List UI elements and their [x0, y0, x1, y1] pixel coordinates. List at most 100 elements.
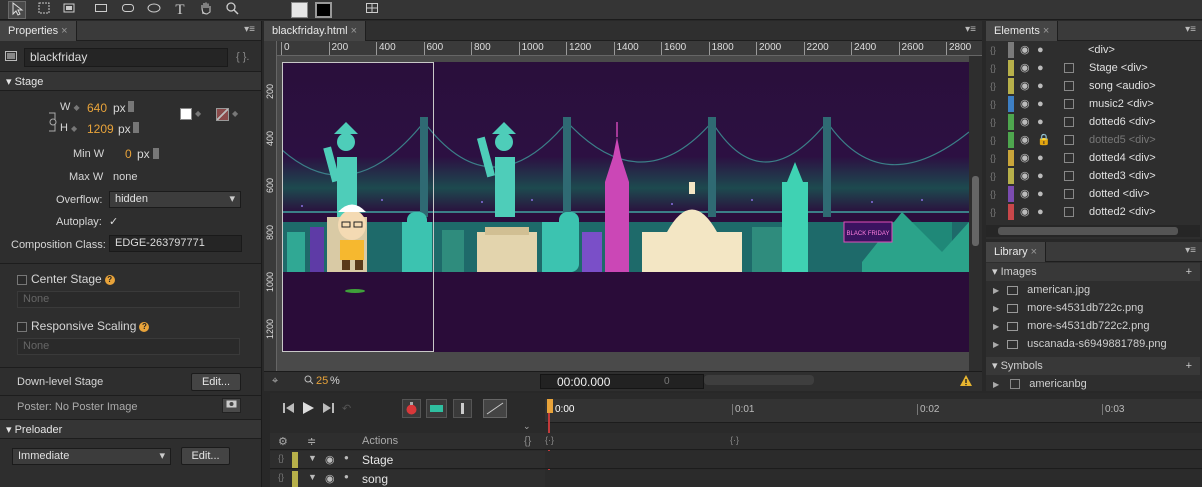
- visibility-eye-icon[interactable]: ◉: [1020, 41, 1030, 59]
- visibility-eye-icon[interactable]: ◉: [1020, 113, 1030, 131]
- element-row[interactable]: {} ◉ ● dotted6 <div>: [986, 113, 1198, 131]
- height-unit-toggle[interactable]: [133, 122, 139, 133]
- stroke-color-swatch[interactable]: [315, 2, 332, 18]
- width-value[interactable]: 640: [87, 101, 107, 115]
- width-unit[interactable]: px: [113, 101, 126, 115]
- go-to-end-icon[interactable]: [321, 402, 335, 417]
- panel-menu-icon[interactable]: ▾≡: [1185, 24, 1196, 35]
- add-symbol-icon[interactable]: +: [1186, 357, 1192, 375]
- fill-color-swatch[interactable]: [291, 2, 308, 18]
- code-braces-icon[interactable]: {}: [990, 185, 996, 203]
- visibility-eye-icon[interactable]: ◉: [1020, 131, 1030, 149]
- actions-row[interactable]: ⚙ ≑ Actions {}: [270, 433, 545, 450]
- library-image-item[interactable]: ▶ more-s4531db722c2.png: [986, 317, 1200, 335]
- canvas-vertical-scrollbar[interactable]: [969, 56, 982, 376]
- expand-arrow-icon[interactable]: ▼: [308, 472, 317, 482]
- code-braces-icon[interactable]: {}: [990, 149, 996, 167]
- add-image-icon[interactable]: +: [1186, 263, 1192, 281]
- timeline-track[interactable]: [545, 451, 1202, 469]
- images-section-header[interactable]: ▾ Images +: [986, 263, 1200, 281]
- code-braces-icon[interactable]: {}: [990, 77, 996, 95]
- code-braces-icon[interactable]: {}: [524, 435, 531, 447]
- code-braces-icon[interactable]: {}: [990, 167, 996, 185]
- composition-class-field[interactable]: EDGE-263797771: [109, 235, 242, 252]
- responsive-scaling-select[interactable]: None: [17, 338, 240, 355]
- min-width-unit[interactable]: px: [137, 147, 150, 161]
- close-icon[interactable]: ×: [351, 25, 357, 37]
- lock-toggle-dot[interactable]: ●: [1037, 77, 1044, 95]
- responsive-scaling-checkbox[interactable]: Responsive Scaling?: [17, 319, 150, 333]
- element-row[interactable]: {} ◉ 🔒 dotted5 <div>: [986, 131, 1198, 149]
- close-icon[interactable]: ×: [61, 25, 67, 37]
- timeline-track[interactable]: [545, 470, 1202, 487]
- action-marker-icon[interactable]: {·}: [730, 435, 739, 445]
- element-row[interactable]: {} ◉ ● Stage <div>: [986, 59, 1198, 77]
- visibility-eye-icon[interactable]: ◉: [1020, 149, 1030, 167]
- collapse-chevron-icon[interactable]: ⌄: [523, 421, 531, 432]
- arrange-icon[interactable]: [363, 1, 381, 19]
- lock-toggle-dot[interactable]: ●: [1037, 203, 1044, 221]
- playhead-handle[interactable]: [547, 399, 553, 413]
- help-icon[interactable]: ?: [139, 321, 150, 332]
- code-braces-icon[interactable]: {}: [990, 41, 996, 59]
- autoplay-checkbox[interactable]: ✓: [109, 215, 118, 228]
- timeline-layer-row[interactable]: {} ▼ ◉ ● song: [270, 470, 545, 487]
- crosshair-icon[interactable]: ⌖: [272, 375, 278, 388]
- panel-menu-icon[interactable]: ▾≡: [965, 24, 976, 35]
- expand-arrow-icon[interactable]: ▶: [993, 322, 999, 331]
- pin-icon[interactable]: [453, 399, 472, 418]
- transform-tool-icon[interactable]: [35, 1, 53, 19]
- symbols-section-header[interactable]: ▾ Symbols +: [986, 357, 1200, 375]
- visibility-eye-icon[interactable]: ◉: [1020, 59, 1030, 77]
- symbol-item[interactable]: ▶ americanbg: [986, 375, 1200, 391]
- code-braces-icon[interactable]: {}: [990, 131, 996, 149]
- keyframe-diamond-icon[interactable]: ◆: [195, 109, 201, 118]
- element-row[interactable]: {} ◉ ● song <audio>: [986, 77, 1198, 95]
- expand-arrow-icon[interactable]: ▶: [993, 304, 999, 313]
- visibility-eye-icon[interactable]: ◉: [1020, 95, 1030, 113]
- keyframe-diamond-icon-2[interactable]: ◆: [232, 109, 238, 118]
- timeline-layer-row[interactable]: {} ▼ ◉ ● Stage: [270, 451, 545, 469]
- code-braces-icon[interactable]: {}: [278, 472, 284, 482]
- width-unit-toggle[interactable]: [128, 101, 134, 112]
- vertical-ruler[interactable]: 200 400 600 800 1000 1200: [264, 56, 277, 376]
- loop-icon[interactable]: ↶: [342, 402, 351, 415]
- code-braces-icon[interactable]: {}: [990, 59, 996, 77]
- tab-properties[interactable]: Properties ×: [0, 21, 77, 41]
- preloader-select[interactable]: Immediate: [12, 448, 171, 465]
- tab-library[interactable]: Library ×: [986, 242, 1047, 262]
- horizontal-scrollbar-thumb[interactable]: [704, 375, 814, 385]
- element-id-field[interactable]: blackfriday: [24, 48, 228, 67]
- tab-elements[interactable]: Elements ×: [986, 21, 1059, 41]
- height-value[interactable]: 1209: [87, 122, 114, 136]
- lock-toggle-dot[interactable]: ●: [1037, 167, 1044, 185]
- actions-track[interactable]: {·} {·}: [545, 433, 1202, 450]
- code-braces-icon[interactable]: { }.: [236, 51, 249, 63]
- min-width-unit-toggle[interactable]: [153, 148, 159, 159]
- lock-toggle-dot[interactable]: ●: [1037, 59, 1044, 77]
- element-row[interactable]: {} ◉ ● dotted3 <div>: [986, 167, 1198, 185]
- expand-arrow-icon[interactable]: ▶: [993, 286, 999, 295]
- center-stage-checkbox[interactable]: Center Stage?: [17, 272, 115, 286]
- visibility-eye-icon[interactable]: ◉: [1020, 203, 1030, 221]
- auto-transition-icon[interactable]: [426, 399, 447, 418]
- element-row[interactable]: {} ◉ ● dotted4 <div>: [986, 149, 1198, 167]
- stage-section-header[interactable]: ▾ Stage: [0, 71, 261, 91]
- auto-keyframe-icon[interactable]: [402, 399, 421, 418]
- overflow-select[interactable]: hidden: [109, 191, 241, 208]
- code-braces-icon[interactable]: {}: [278, 453, 284, 463]
- downlevel-edit-button[interactable]: Edit...: [191, 373, 241, 391]
- rectangle-tool-icon[interactable]: [92, 1, 110, 19]
- elements-horizontal-scrollbar[interactable]: [986, 225, 1200, 237]
- lock-toggle-dot[interactable]: ●: [1037, 113, 1044, 131]
- hand-tool-icon[interactable]: [197, 1, 215, 19]
- lock-toggle-dot[interactable]: ●: [344, 453, 349, 462]
- visibility-eye-icon[interactable]: ◉: [325, 472, 335, 485]
- zoom-value[interactable]: 25: [316, 375, 328, 387]
- background-color-swatch[interactable]: [180, 108, 192, 120]
- preloader-edit-button[interactable]: Edit...: [181, 447, 230, 465]
- min-width-value[interactable]: 0: [125, 147, 132, 161]
- visibility-eye-icon[interactable]: ◉: [325, 453, 335, 466]
- warning-icon[interactable]: [959, 374, 973, 390]
- library-image-item[interactable]: ▶ more-s4531db722c.png: [986, 299, 1200, 317]
